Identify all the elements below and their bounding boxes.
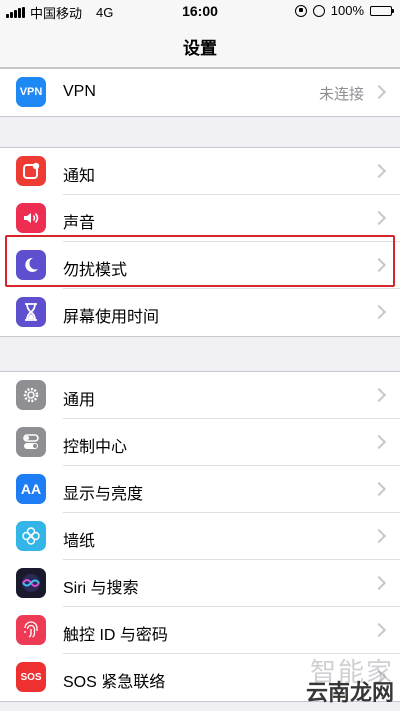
notif-row-0[interactable]: 通知 [0,148,400,195]
siri-icon [16,568,46,598]
notif-row-3[interactable]: 屏幕使用时间 [0,289,400,336]
general-row-3[interactable]: 墙纸 [0,513,400,560]
fingerprint-icon [16,615,46,645]
notif-label: 屏幕使用时间 [63,309,160,326]
general-row-0[interactable]: 通用 [0,372,400,419]
battery-percent: 100% [330,3,364,18]
sos-icon-text: SOS [20,671,42,683]
chevron-right-icon [371,387,387,403]
alarm-icon [312,4,325,17]
chevron-right-icon [371,622,387,638]
vpn-icon-text: VPN [19,86,43,98]
chevron-right-icon [371,528,387,544]
sounds-icon [16,203,46,233]
notif-label: 通知 [63,168,96,185]
vpn-icon: VPN [16,77,46,107]
vpn-value: 未连接 [318,86,364,103]
general-label: Siri 与搜索 [63,580,139,597]
general-label: 通用 [63,392,96,409]
orientation-lock-icon [294,4,307,17]
sos-icon: SOS [16,662,46,692]
chevron-right-icon [371,304,387,320]
watermark: 智能家 云南龙网 [306,652,394,707]
page-title: 设置 [183,39,217,58]
notif-label: 声音 [63,215,96,232]
chevron-right-icon [371,84,387,100]
general-row-1[interactable]: 控制中心 [0,419,400,466]
general-row-2[interactable]: AA 显示与亮度 [0,466,400,513]
chevron-right-icon [371,434,387,450]
navigation-bar: 设置 [0,22,400,68]
general-label: 显示与亮度 [63,486,144,503]
general-label: 控制中心 [63,439,128,456]
status-bar: 中国移动 4G 16:00 100% [0,0,400,22]
watermark-line2: 云南龙网 [305,680,394,705]
toggles-icon [16,427,46,457]
highlight-box-do-not-disturb [5,235,395,287]
battery-icon [370,5,394,16]
vpn-row-0[interactable]: VPN VPN 未连接 [0,69,400,116]
settings-group-vpn: VPN VPN 未连接 [0,68,400,117]
notifications-icon [16,156,46,186]
chevron-right-icon [371,481,387,497]
general-row-5[interactable]: 触控 ID 与密码 [0,607,400,654]
chevron-right-icon [371,210,387,226]
general-label: SOS 紧急联络 [63,674,166,691]
general-label: 墙纸 [63,533,96,550]
general-label: 触控 ID 与密码 [63,627,168,644]
flower-icon [16,521,46,551]
vpn-label: VPN [63,83,96,100]
chevron-right-icon [371,163,387,179]
text-size-icon-text: AA [20,481,42,497]
hourglass-icon [16,297,46,327]
chevron-right-icon [371,575,387,591]
general-row-4[interactable]: Siri 与搜索 [0,560,400,607]
gear-icon [16,380,46,410]
text-size-icon: AA [16,474,46,504]
